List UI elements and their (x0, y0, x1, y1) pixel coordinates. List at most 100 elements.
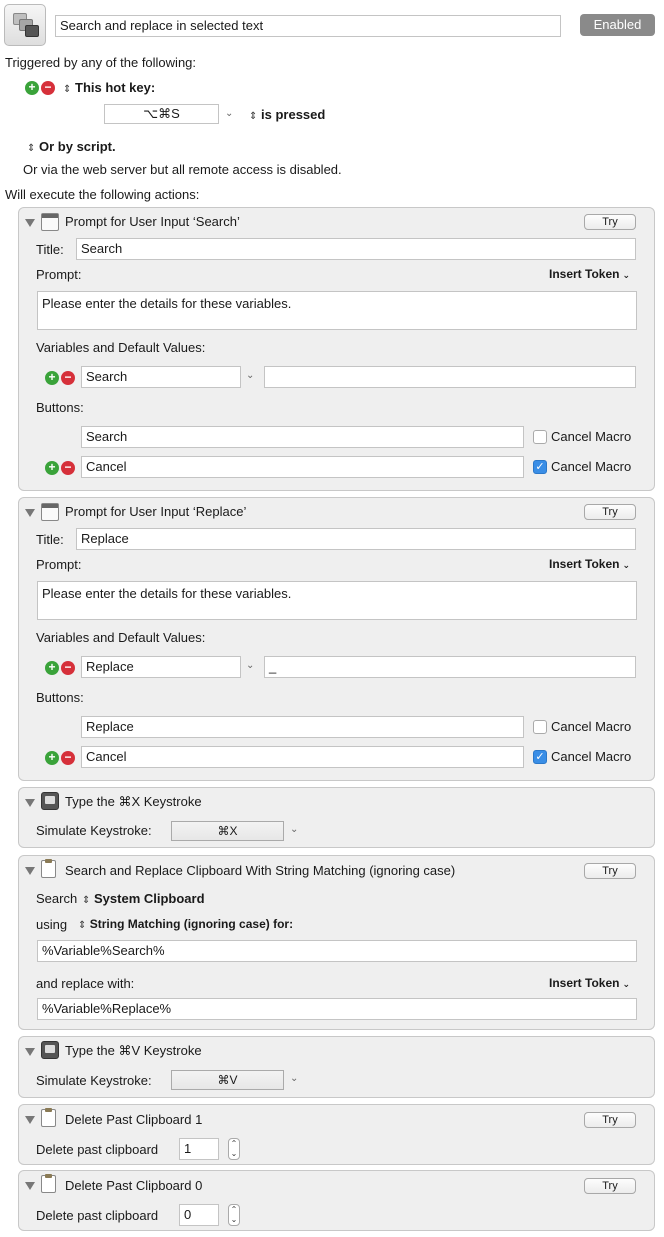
prompt-label: Prompt: (36, 557, 82, 572)
insert-token-menu[interactable]: Insert Token ⌄ (549, 267, 630, 281)
chevron-down-icon[interactable]: ⌄ (290, 1073, 298, 1084)
action-title: Type the ⌘V Keystroke (65, 1043, 202, 1058)
cancel-macro-checkbox-1[interactable] (533, 430, 547, 444)
stepper[interactable]: ⌃ ⌄ (228, 1204, 240, 1226)
cancel-macro-label: Cancel Macro (551, 749, 632, 764)
key-action-selector[interactable]: ⇕ is pressed (249, 107, 325, 122)
button1-field[interactable]: Search (81, 426, 524, 448)
button2-field[interactable]: Cancel (81, 456, 524, 478)
chevron-down-icon[interactable]: ⌄ (225, 108, 233, 119)
keystroke-field[interactable]: ⌘X (171, 821, 284, 841)
chevron-down-icon[interactable]: ⌄ (246, 660, 254, 671)
chevron-down-icon[interactable]: ⌄ (246, 370, 254, 381)
updown-icon: ⇕ (78, 920, 87, 931)
stepper[interactable]: ⌃ ⌄ (228, 1138, 240, 1160)
replace-with-field[interactable]: %Variable%Replace% (37, 998, 637, 1020)
remove-variable-icon[interactable]: − (61, 661, 75, 675)
prompt-label: Prompt: (36, 267, 82, 282)
chevron-down-icon: ⌄ (622, 270, 631, 280)
remove-button-icon[interactable]: − (61, 751, 75, 765)
action-type-cut: Type the ⌘X Keystroke Simulate Keystroke… (18, 787, 655, 848)
variables-label: Variables and Default Values: (36, 340, 206, 355)
matching-selector[interactable]: ⇕ String Matching (ignoring case) for: (78, 917, 293, 931)
insert-token-label: Insert Token (549, 976, 620, 990)
action-title: Type the ⌘X Keystroke (65, 794, 202, 809)
try-button[interactable]: Try (584, 1178, 636, 1194)
prompt-textarea[interactable]: Please enter the details for these varia… (37, 291, 637, 330)
variable-default-field[interactable]: _ (264, 656, 636, 678)
action-prompt-replace: Prompt for User Input ‘Replace’ Try Titl… (18, 497, 655, 781)
trigger-type-selector[interactable]: ⇕ This hot key: (63, 80, 155, 95)
insert-token-menu[interactable]: Insert Token ⌄ (549, 976, 630, 990)
clipboard-index-field[interactable]: 1 (179, 1138, 219, 1160)
try-button[interactable]: Try (584, 863, 636, 879)
macro-name-field[interactable]: Search and replace in selected text (55, 15, 561, 37)
updown-icon: ⇕ (63, 84, 72, 95)
macro-icon (4, 4, 46, 46)
variable-default-field[interactable] (264, 366, 636, 388)
disclosure-triangle-icon[interactable] (25, 1048, 35, 1056)
cancel-macro-label: Cancel Macro (551, 459, 632, 474)
add-button-icon[interactable]: + (45, 461, 59, 475)
insert-token-menu[interactable]: Insert Token ⌄ (549, 557, 630, 571)
try-button[interactable]: Try (584, 1112, 636, 1128)
title-field[interactable]: Replace (76, 528, 636, 550)
enabled-button[interactable]: Enabled (580, 14, 655, 36)
clipboard-icon (41, 859, 56, 878)
search-for-field[interactable]: %Variable%Search% (37, 940, 637, 962)
disclosure-triangle-icon[interactable] (25, 509, 35, 517)
action-title: Delete Past Clipboard 1 (65, 1112, 203, 1127)
buttons-label: Buttons: (36, 690, 84, 705)
action-delete-clipboard-0: Delete Past Clipboard 0 Try Delete past … (18, 1170, 655, 1231)
prompt-textarea[interactable]: Please enter the details for these varia… (37, 581, 637, 620)
or-by-script-selector[interactable]: ⇕ Or by script. (27, 139, 116, 154)
hotkey-field[interactable]: ⌥⌘S (104, 104, 219, 124)
cancel-macro-checkbox-1[interactable] (533, 720, 547, 734)
cancel-macro-checkbox-2[interactable]: ✓ (533, 750, 547, 764)
disclosure-triangle-icon[interactable] (25, 867, 35, 875)
disclosure-triangle-icon[interactable] (25, 799, 35, 807)
keyboard-icon (41, 1041, 59, 1059)
button1-field[interactable]: Replace (81, 716, 524, 738)
disclosure-triangle-icon[interactable] (25, 1116, 35, 1124)
action-type-paste: Type the ⌘V Keystroke Simulate Keystroke… (18, 1036, 655, 1098)
button2-field[interactable]: Cancel (81, 746, 524, 768)
clipboard-selector[interactable]: ⇕ System Clipboard (82, 891, 205, 906)
action-title: Search and Replace Clipboard With String… (65, 863, 456, 878)
variable-name-field[interactable]: Replace (81, 656, 241, 678)
add-variable-icon[interactable]: + (45, 371, 59, 385)
remove-button-icon[interactable]: − (61, 461, 75, 475)
remove-trigger-icon[interactable]: − (41, 81, 55, 95)
will-execute-label: Will execute the following actions: (5, 187, 200, 202)
add-variable-icon[interactable]: + (45, 661, 59, 675)
action-title: Prompt for User Input ‘Replace’ (65, 504, 247, 519)
cancel-macro-checkbox-2[interactable]: ✓ (533, 460, 547, 474)
disclosure-triangle-icon[interactable] (25, 219, 35, 227)
chevron-down-icon: ⌄ (622, 560, 631, 570)
disclosure-triangle-icon[interactable] (25, 1182, 35, 1190)
chevron-down-icon[interactable]: ⌄ (290, 824, 298, 835)
title-label: Title: (36, 532, 64, 547)
action-search-replace: Search and Replace Clipboard With String… (18, 855, 655, 1030)
keystroke-field[interactable]: ⌘V (171, 1070, 284, 1090)
updown-icon: ⇕ (82, 895, 91, 906)
simulate-label: Simulate Keystroke: (36, 823, 152, 838)
add-trigger-icon[interactable]: + (25, 81, 39, 95)
try-button[interactable]: Try (584, 504, 636, 520)
action-title: Prompt for User Input ‘Search’ (65, 214, 240, 229)
title-field[interactable]: Search (76, 238, 636, 260)
chevron-down-icon: ⌄ (622, 979, 631, 989)
clipboard-index-field[interactable]: 0 (179, 1204, 219, 1226)
try-button[interactable]: Try (584, 214, 636, 230)
is-pressed-label: is pressed (261, 107, 326, 122)
add-button-icon[interactable]: + (45, 751, 59, 765)
variable-name-field[interactable]: Search (81, 366, 241, 388)
simulate-label: Simulate Keystroke: (36, 1073, 152, 1088)
delete-past-label: Delete past clipboard (36, 1142, 159, 1157)
action-title: Delete Past Clipboard 0 (65, 1178, 203, 1193)
title-label: Title: (36, 242, 64, 257)
insert-token-label: Insert Token (549, 267, 620, 281)
variables-label: Variables and Default Values: (36, 630, 206, 645)
web-server-text: Or via the web server but all remote acc… (23, 162, 342, 177)
remove-variable-icon[interactable]: − (61, 371, 75, 385)
